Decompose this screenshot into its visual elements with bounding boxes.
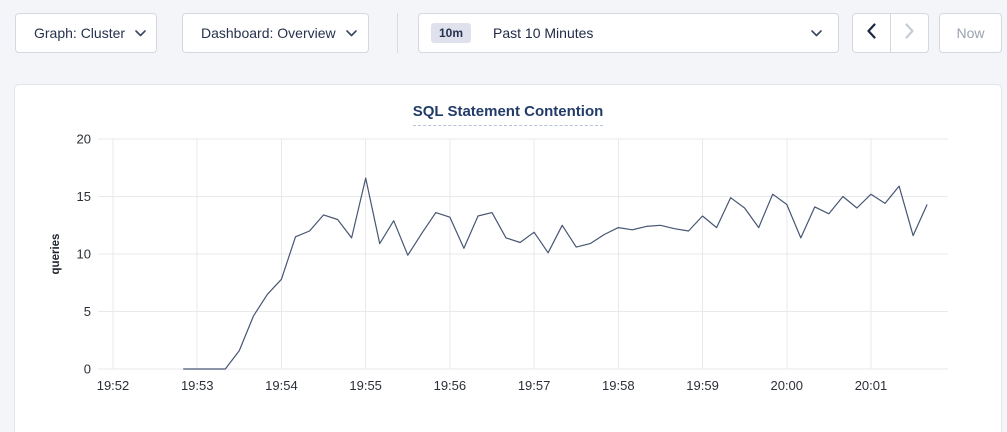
x-tick-label: 19:57 xyxy=(518,378,551,393)
chevron-down-icon xyxy=(135,30,146,37)
x-tick-label: 19:52 xyxy=(97,378,130,393)
y-tick-label: 0 xyxy=(84,362,91,377)
chevron-right-icon xyxy=(905,23,914,44)
sql-statement-contention-chart[interactable]: 0 5 10 15 20 19:52 19:53 19:54 19:55 19:56 19:57 19… xyxy=(15,125,1003,405)
x-tick-label: 19:54 xyxy=(265,378,298,393)
x-tick-label: 19:53 xyxy=(181,378,214,393)
x-tick-label: 19:59 xyxy=(686,378,719,393)
x-tick-label: 20:00 xyxy=(770,378,803,393)
chart-card: SQL Statement Contention 0 5 10 15 20 19:52 19… xyxy=(14,84,1002,432)
y-tick-label: 5 xyxy=(84,304,91,319)
time-range-label: Past 10 Minutes xyxy=(493,25,593,41)
dashboard-dropdown-label: Dashboard: Overview xyxy=(201,25,336,41)
next-time-button[interactable] xyxy=(891,14,928,52)
graph-dropdown[interactable]: Graph: Cluster xyxy=(15,13,157,53)
chevron-down-icon xyxy=(346,30,357,37)
time-step-button-group xyxy=(852,13,929,53)
x-tick-label: 19:55 xyxy=(349,378,382,393)
contention-series-line xyxy=(183,178,927,369)
y-tick-label: 15 xyxy=(77,189,91,204)
time-range-badge: 10m xyxy=(431,23,471,43)
y-axis-label: queries xyxy=(50,234,62,275)
y-tick-label: 10 xyxy=(77,247,91,262)
dashboard-screen: Graph: Cluster Dashboard: Overview 10m P… xyxy=(0,0,1007,432)
dashboard-dropdown[interactable]: Dashboard: Overview xyxy=(182,13,369,53)
graph-dropdown-label: Graph: Cluster xyxy=(34,25,125,41)
y-tick-label: 20 xyxy=(77,132,91,147)
time-range-picker[interactable]: 10m Past 10 Minutes xyxy=(418,13,839,53)
toolbar-divider xyxy=(397,13,398,53)
chart-title-row: SQL Statement Contention xyxy=(15,103,1001,126)
toolbar: Graph: Cluster Dashboard: Overview 10m P… xyxy=(0,0,1007,70)
chart-title[interactable]: SQL Statement Contention xyxy=(413,103,604,126)
x-tick-label: 20:01 xyxy=(855,378,888,393)
x-tick-label: 19:58 xyxy=(602,378,635,393)
now-button[interactable]: Now xyxy=(939,13,1002,53)
chevron-left-icon xyxy=(867,23,876,44)
prev-time-button[interactable] xyxy=(853,14,891,52)
chevron-down-icon xyxy=(811,14,822,52)
x-tick-label: 19:56 xyxy=(434,378,467,393)
